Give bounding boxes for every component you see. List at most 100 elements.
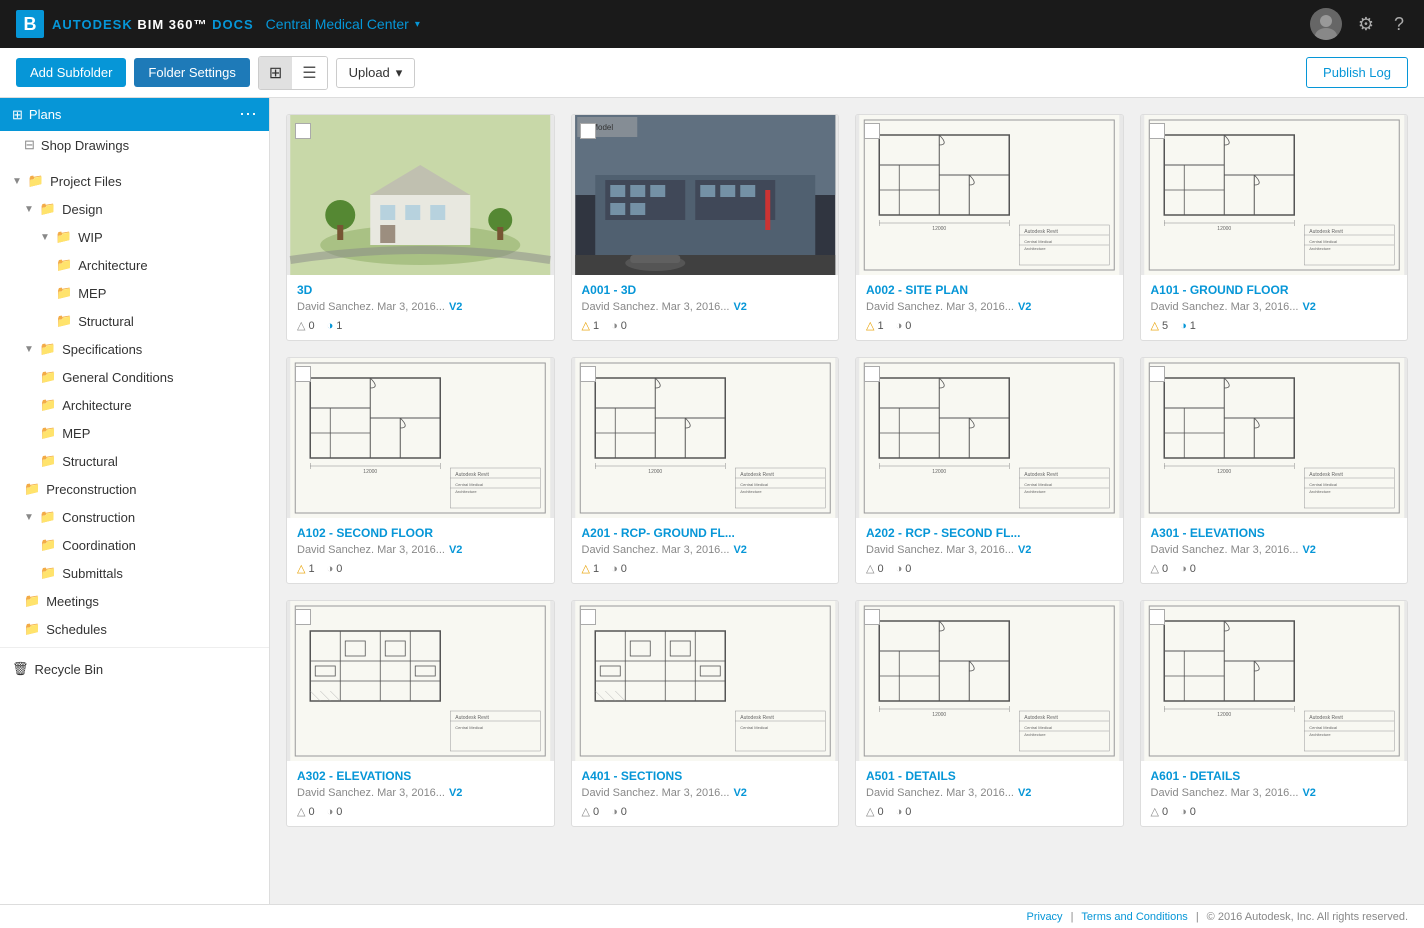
card-a202[interactable]: Autodesk Revit Central Medical Architect… <box>855 357 1124 584</box>
svg-text:Architecture: Architecture <box>1024 489 1046 494</box>
card-meta-a102: David Sanchez. Mar 3, 2016... V2 <box>297 544 544 556</box>
card-a201[interactable]: Autodesk Revit Central Medical Architect… <box>571 357 840 584</box>
sidebar-item-shop-drawings[interactable]: ⊟ Shop Drawings <box>0 131 269 159</box>
sidebar-wip-label: WIP <box>78 230 103 245</box>
sidebar-item-plans[interactable]: ⊞ Plans ⋯ <box>0 98 269 131</box>
card-3d[interactable]: 3D David Sanchez. Mar 3, 2016... V2 △ 0 … <box>286 114 555 341</box>
sidebar-item-general-conditions[interactable]: 📁 General Conditions <box>0 363 269 391</box>
svg-text:Autodesk Revit: Autodesk Revit <box>1024 715 1058 721</box>
sidebar-item-spec-mep[interactable]: 📁 MEP <box>0 419 269 447</box>
plans-more-icon[interactable]: ⋯ <box>239 104 257 125</box>
card-checkbox-3d[interactable] <box>295 123 311 139</box>
sidebar-item-project-files[interactable]: ▼ 📁 Project Files <box>0 167 269 195</box>
card-thumbnail-a201: Autodesk Revit Central Medical Architect… <box>572 358 839 518</box>
sidebar-item-spec-structural[interactable]: 📁 Structural <box>0 447 269 475</box>
card-a102[interactable]: Autodesk Revit Central Medical Architect… <box>286 357 555 584</box>
sidebar-item-specifications[interactable]: ▼ 📁 Specifications <box>0 335 269 363</box>
card-stats-a201: △ 1 ◑ 0 <box>582 562 829 575</box>
project-selector[interactable]: Central Medical Center ▾ <box>266 16 420 32</box>
card-author-a401: David Sanchez. Mar 3, 2016... <box>582 787 730 799</box>
card-checkbox-a601[interactable] <box>1149 609 1165 625</box>
card-author-a301: David Sanchez. Mar 3, 2016... <box>1151 544 1299 556</box>
card-warnings-a501: △ 0 <box>866 805 884 818</box>
help-icon[interactable]: ? <box>1390 10 1408 39</box>
grid-view-button[interactable]: ⊞ <box>259 57 292 89</box>
sidebar-specifications-label: Specifications <box>62 342 142 357</box>
wip-mep-folder-icon: 📁 <box>56 285 72 301</box>
card-title-a201: A201 - RCP- GROUND FL... <box>582 526 829 540</box>
card-checks-a401: ◑ 0 <box>611 805 627 818</box>
spec-structural-folder-icon: 📁 <box>40 453 56 469</box>
svg-text:Central Medical: Central Medical <box>1024 482 1052 487</box>
sidebar-item-spec-architecture[interactable]: 📁 Architecture <box>0 391 269 419</box>
card-checkbox-a202[interactable] <box>864 366 880 382</box>
user-avatar[interactable] <box>1310 8 1342 40</box>
svg-text:12000: 12000 <box>932 226 946 232</box>
card-checks-a102: ◑ 0 <box>327 562 343 575</box>
card-warnings-a401: △ 0 <box>582 805 600 818</box>
coord-folder-icon: 📁 <box>40 537 56 553</box>
collapse-icon: ▼ <box>12 176 22 187</box>
svg-text:12000: 12000 <box>363 469 377 475</box>
card-meta-a501: David Sanchez. Mar 3, 2016... V2 <box>866 787 1113 799</box>
card-checkbox-a201[interactable] <box>580 366 596 382</box>
svg-text:Autodesk Revit: Autodesk Revit <box>455 472 489 478</box>
card-checkbox-a302[interactable] <box>295 609 311 625</box>
card-checkbox-a401[interactable] <box>580 609 596 625</box>
sidebar-recycle-bin-label: Recycle Bin <box>35 662 104 677</box>
settings-icon[interactable]: ⚙ <box>1354 10 1378 39</box>
sidebar-item-submittals[interactable]: 📁 Submittals <box>0 559 269 587</box>
card-a501[interactable]: Autodesk Revit Central Medical Architect… <box>855 600 1124 827</box>
check-icon-a002: ◑ <box>896 320 903 332</box>
sidebar-item-coordination[interactable]: 📁 Coordination <box>0 531 269 559</box>
card-version-a001: V2 <box>733 301 746 313</box>
add-subfolder-button[interactable]: Add Subfolder <box>16 58 126 87</box>
folder-settings-button[interactable]: Folder Settings <box>134 58 249 87</box>
card-info-a001: A001 - 3D David Sanchez. Mar 3, 2016... … <box>572 275 839 340</box>
card-checkbox-a002[interactable] <box>864 123 880 139</box>
sidebar-item-meetings[interactable]: 📁 Meetings <box>0 587 269 615</box>
sidebar-spec-arch-label: Architecture <box>62 398 131 413</box>
sidebar-item-wip-structural[interactable]: 📁 Structural <box>0 307 269 335</box>
sidebar-spec-structural-label: Structural <box>62 454 118 469</box>
header-right: ⚙ ? <box>1310 8 1408 40</box>
card-checkbox-a501[interactable] <box>864 609 880 625</box>
card-checkbox-a102[interactable] <box>295 366 311 382</box>
card-a601[interactable]: Autodesk Revit Central Medical Architect… <box>1140 600 1409 827</box>
grid-icon: ⊞ <box>12 107 23 123</box>
warning-icon-a102: △ <box>297 562 305 575</box>
sidebar-item-schedules[interactable]: 📁 Schedules <box>0 615 269 643</box>
card-checkbox-a101[interactable] <box>1149 123 1165 139</box>
card-title-a302: A302 - ELEVATIONS <box>297 769 544 783</box>
card-a301[interactable]: Autodesk Revit Central Medical Architect… <box>1140 357 1409 584</box>
sidebar-item-wip-mep[interactable]: 📁 MEP <box>0 279 269 307</box>
svg-text:Autodesk Revit: Autodesk Revit <box>1024 472 1058 478</box>
sidebar-item-wip[interactable]: ▼ 📁 WIP <box>0 223 269 251</box>
card-checkbox-a001[interactable] <box>580 123 596 139</box>
card-title-a401: A401 - SECTIONS <box>582 769 829 783</box>
svg-text:Central Medical: Central Medical <box>455 725 483 730</box>
sidebar-item-wip-architecture[interactable]: 📁 Architecture <box>0 251 269 279</box>
card-thumbnail-a601: Autodesk Revit Central Medical Architect… <box>1141 601 1408 761</box>
card-thumbnail-a102: Autodesk Revit Central Medical Architect… <box>287 358 554 518</box>
publish-log-button[interactable]: Publish Log <box>1306 57 1408 88</box>
card-warnings-a202: △ 0 <box>866 562 884 575</box>
card-a302[interactable]: Autodesk Revit Central Medical A302 - EL… <box>286 600 555 827</box>
svg-text:12000: 12000 <box>1217 469 1231 475</box>
card-a001[interactable]: 14 Model A001 - 3D David <box>571 114 840 341</box>
sidebar-item-construction[interactable]: ▼ 📁 Construction <box>0 503 269 531</box>
privacy-link[interactable]: Privacy <box>1027 911 1063 923</box>
card-a401[interactable]: Autodesk Revit Central Medical A401 - SE… <box>571 600 840 827</box>
upload-button[interactable]: Upload ▾ <box>336 58 416 88</box>
check-icon-a301: ◑ <box>1180 563 1187 575</box>
list-view-button[interactable]: ☰ <box>292 57 326 89</box>
logo-b: B <box>16 10 44 38</box>
wip-structural-folder-icon: 📁 <box>56 313 72 329</box>
terms-link[interactable]: Terms and Conditions <box>1081 911 1187 923</box>
card-a101[interactable]: Autodesk Revit Central Medical Architect… <box>1140 114 1409 341</box>
sidebar-item-design[interactable]: ▼ 📁 Design <box>0 195 269 223</box>
sidebar-item-preconstruction[interactable]: 📁 Preconstruction <box>0 475 269 503</box>
card-a002[interactable]: Autodesk Revit Central Medical Architect… <box>855 114 1124 341</box>
card-checkbox-a301[interactable] <box>1149 366 1165 382</box>
sidebar-item-recycle-bin[interactable]: 🗑 Recycle Bin <box>0 655 269 683</box>
